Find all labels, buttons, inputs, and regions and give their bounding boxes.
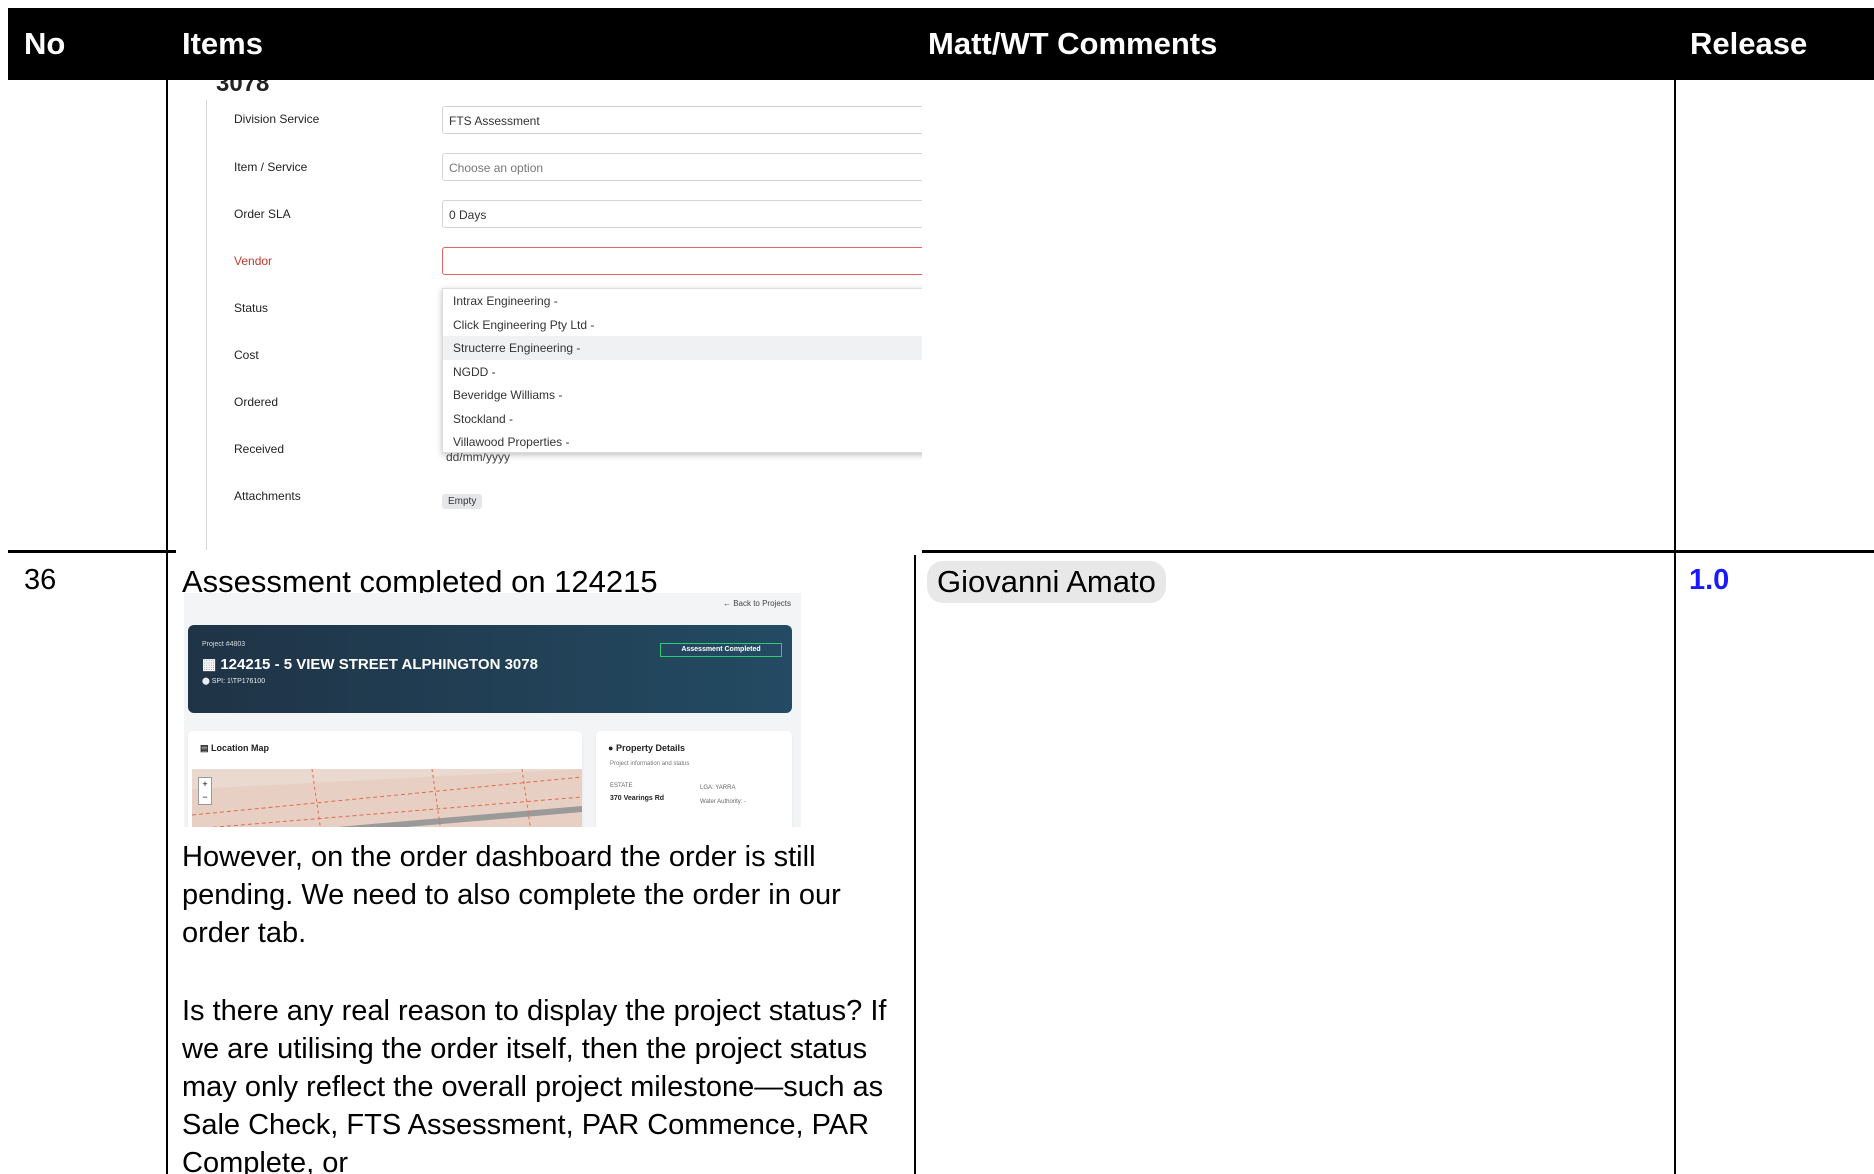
map-parcels <box>192 769 582 827</box>
order-sla-field[interactable]: 0 Days <box>442 200 922 228</box>
vendor-dropdown: Intrax Engineering - Click Engineering P… <box>442 288 922 453</box>
info-icon: ● <box>608 743 616 753</box>
order-form-screenshot: 3078 Division Service FTS Assessment Ite… <box>176 80 922 555</box>
attachments-label: Attachments <box>234 489 301 503</box>
location-map-title: ▤ Location Map <box>200 743 269 754</box>
vendor-option[interactable]: Click Engineering Pty Ltd - <box>443 313 922 337</box>
location-map-title-text: Location Map <box>211 743 270 753</box>
received-label: Received <box>234 442 285 456</box>
property-details-card: ● Property Details Project information a… <box>596 731 792 827</box>
project-spi-text: SPI: 1\TP176100 <box>211 678 266 685</box>
division-service-label: Division Service <box>234 112 320 126</box>
form-left-border <box>206 100 207 550</box>
property-details-subtitle: Project information and status <box>610 761 690 767</box>
water-authority-value: Water Authority: - <box>700 799 747 805</box>
attachments-empty-badge: Empty <box>442 494 483 509</box>
header-release: Release <box>1690 26 1808 61</box>
pin-icon: ⬤ <box>202 678 212 685</box>
comment-mention-chip[interactable]: Giovanni Amato <box>927 561 1166 603</box>
vendor-option[interactable]: Stockland - <box>443 407 922 431</box>
status-badge: Assessment Completed <box>660 643 782 657</box>
status-label: Status <box>234 301 269 315</box>
building-icon: ▦ <box>202 656 221 673</box>
map-icon: ▤ <box>200 743 212 753</box>
estate-value: 370 Vearings Rd <box>610 795 665 802</box>
project-spi: ⬤ SPI: 1\TP176100 <box>202 677 265 685</box>
lga-value: LGA: YARRA <box>700 785 736 791</box>
order-sla-label: Order SLA <box>234 207 291 221</box>
project-address: ▦ 124215 - 5 VIEW STREET ALPHINGTON 3078 <box>202 655 538 673</box>
property-details-title-text: Property Details <box>615 743 685 753</box>
map-zoom-control[interactable]: + − <box>198 777 212 805</box>
row-number: 36 <box>24 564 57 596</box>
project-banner: Project #4803 ▦ 124215 - 5 VIEW STREET A… <box>188 625 792 713</box>
project-address-text: 124215 - 5 VIEW STREET ALPHINGTON 3078 <box>220 656 538 673</box>
row-paragraph: Is there any real reason to display the … <box>182 995 887 1174</box>
estate-label: ESTATE <box>610 783 633 789</box>
column-divider <box>166 80 168 1174</box>
ordered-label: Ordered <box>234 395 279 409</box>
header-comments: Matt/WT Comments <box>928 26 1218 61</box>
vendor-label: Vendor <box>234 254 273 268</box>
item-service-label: Item / Service <box>234 160 308 174</box>
column-divider <box>1674 80 1676 1174</box>
header-items: Items <box>182 26 263 61</box>
property-details-title: ● Property Details <box>608 743 685 753</box>
cost-label: Cost <box>234 348 259 362</box>
division-service-field[interactable]: FTS Assessment <box>442 106 922 134</box>
table-header: No Items Matt/WT Comments Release <box>8 8 1874 80</box>
vendor-option[interactable]: Beveridge Williams - <box>443 383 922 407</box>
back-to-projects-link[interactable]: ← Back to Projects <box>723 599 791 608</box>
item-service-select[interactable]: Choose an option <box>442 153 922 181</box>
header-no: No <box>24 26 66 61</box>
location-map-card: ▤ Location Map + − <box>188 731 582 827</box>
vendor-option[interactable]: NGDD - <box>443 360 922 384</box>
project-number: Project #4803 <box>202 641 246 648</box>
vendor-option[interactable]: Structerre Engineering - <box>443 336 922 360</box>
form-heading-fragment: 3078 <box>216 80 270 97</box>
row-paragraph: However, on the order dashboard the orde… <box>182 841 841 949</box>
location-map[interactable]: + − <box>192 769 582 827</box>
release-link[interactable]: 1.0 <box>1689 564 1729 597</box>
vendor-input[interactable] <box>442 247 922 275</box>
review-table: No Items Matt/WT Comments Release 3078 D… <box>8 8 1874 1174</box>
vendor-option[interactable]: Villawood Properties - <box>443 430 922 452</box>
project-page-screenshot: ← Back to Projects Project #4803 ▦ 12421… <box>184 593 801 827</box>
vendor-option[interactable]: Intrax Engineering - <box>443 289 922 313</box>
